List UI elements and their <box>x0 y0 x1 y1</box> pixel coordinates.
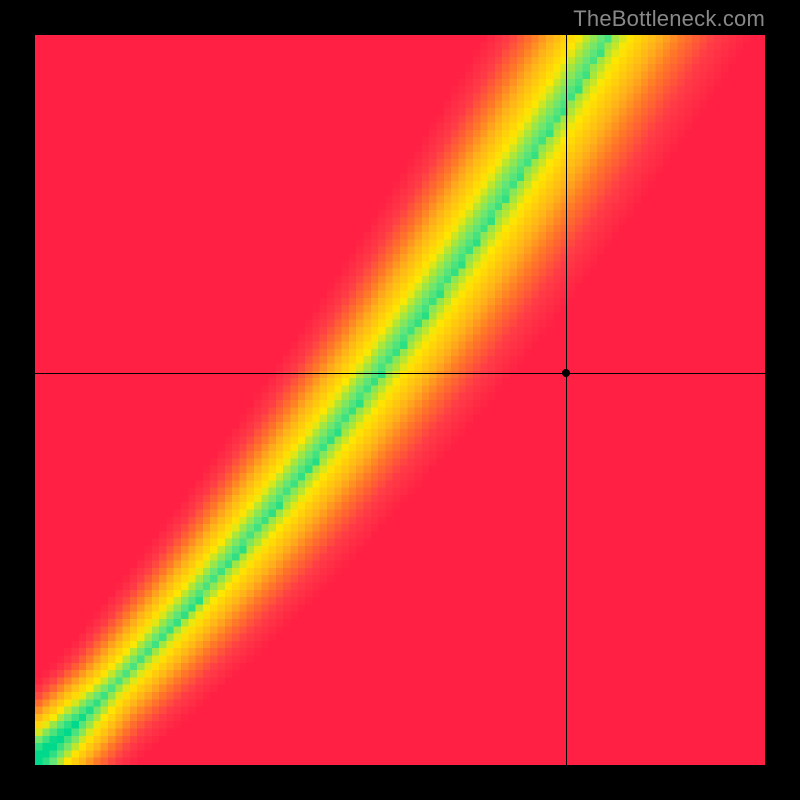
crosshair-horizontal <box>35 373 765 374</box>
watermark-text: TheBottleneck.com <box>573 6 765 32</box>
crosshair-vertical <box>566 35 567 765</box>
chart-frame: TheBottleneck.com <box>0 0 800 800</box>
bottleneck-heatmap <box>35 35 765 765</box>
selection-marker <box>562 369 570 377</box>
